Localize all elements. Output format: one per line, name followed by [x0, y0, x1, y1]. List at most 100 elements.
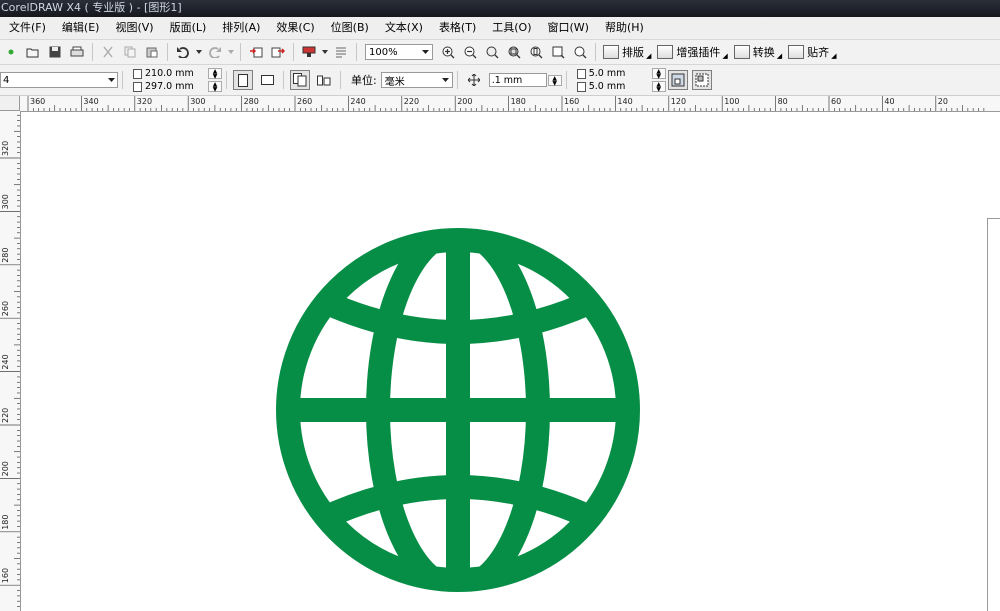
import-icon[interactable] [246, 42, 266, 62]
horizontal-ruler[interactable]: 360 340 320 300 280 260 240 220 200 180 160 140 120 1… [20, 96, 1000, 112]
menu-window[interactable]: 窗口(W) [540, 17, 597, 39]
duplicate-y-spinner[interactable]: ▲ ▼ [651, 81, 666, 93]
print-icon[interactable] [67, 42, 87, 62]
drawing-canvas[interactable] [21, 112, 1000, 611]
menu-effects[interactable]: 效果(C) [268, 17, 322, 39]
nudge-offset-spinner[interactable]: ▲ ▼ [547, 74, 562, 86]
cut-icon[interactable] [98, 42, 118, 62]
plugin-icon [657, 45, 674, 59]
menu-file[interactable]: 文件(F) [0, 17, 54, 39]
zoom-page-height-icon[interactable] [570, 42, 590, 62]
vertical-ruler[interactable]: 320 300 280 260 240 220 200 180 160 [0, 111, 21, 611]
duplicate-y-field[interactable]: 5.0 mm [589, 81, 651, 93]
duplicate-x-spinner[interactable]: ▲ ▼ [651, 68, 666, 80]
all-pages-button[interactable] [290, 70, 310, 90]
duplicate-x-row: 5.0 mm ▲ ▼ [576, 67, 666, 80]
paste-icon[interactable] [142, 42, 162, 62]
menu-bitmaps[interactable]: 位图(B) [323, 17, 377, 39]
welcome-screen-icon[interactable] [331, 42, 351, 62]
chevron-down-icon [422, 50, 429, 54]
ruler-label: 320 [1, 141, 10, 156]
current-page-button[interactable] [314, 70, 334, 90]
duplicate-x-icon [576, 68, 586, 79]
snap-button[interactable]: 贴齐 ◢ [788, 44, 837, 60]
ruler-label: 260 [1, 301, 10, 316]
snap-label: 贴齐 [807, 46, 830, 59]
menu-help[interactable]: 帮助(H) [597, 17, 652, 39]
ruler-label: 80 [778, 97, 788, 106]
portrait-button[interactable] [233, 70, 253, 90]
convert-button[interactable]: 转换 ◢ [733, 44, 782, 60]
toolbar-separator [565, 71, 567, 89]
zoom-level-select[interactable]: 100% [365, 44, 433, 60]
typesetting-label: 排版 [622, 46, 644, 59]
horizontal-ruler-ticks: 360 340 320 300 280 260 240 220 200 180 160 140 120 1… [27, 96, 985, 111]
ruler-label: 20 [938, 97, 948, 106]
toolbar-separator [595, 43, 596, 61]
page-height-spinner[interactable]: ▲ ▼ [208, 81, 222, 93]
application-launcher-icon[interactable] [299, 42, 319, 62]
ruler-label: 220 [404, 97, 419, 106]
page-width-field[interactable]: 210.0 mm [145, 68, 207, 80]
zoom-selected-icon[interactable] [482, 42, 502, 62]
ruler-label: 60 [831, 97, 841, 106]
page-height-field[interactable]: 297.0 mm [145, 81, 207, 93]
zoom-page-icon[interactable] [526, 42, 546, 62]
export-icon[interactable] [268, 42, 288, 62]
ruler-origin[interactable] [0, 96, 20, 111]
redo-dropdown-icon[interactable] [227, 42, 235, 62]
save-icon[interactable] [45, 42, 65, 62]
ruler-label: 120 [671, 97, 686, 106]
new-document-icon[interactable] [1, 42, 21, 62]
menu-text[interactable]: 文本(X) [377, 17, 431, 39]
page-width-icon [133, 68, 142, 79]
ruler-label: 220 [1, 408, 10, 423]
undo-icon[interactable] [173, 42, 193, 62]
landscape-button[interactable] [257, 70, 277, 90]
menu-view[interactable]: 视图(V) [107, 17, 161, 39]
ruler-label: 280 [1, 248, 10, 263]
treat-as-filled-icon [671, 73, 685, 87]
menu-layout[interactable]: 版面(L) [162, 17, 215, 39]
ruler-label: 280 [244, 97, 259, 106]
zoom-level-value: 100% [369, 46, 398, 58]
duplicate-x-field[interactable]: 5.0 mm [589, 68, 651, 80]
paper-size-select[interactable]: 4 [0, 72, 118, 88]
treat-as-filled-button[interactable] [667, 70, 688, 90]
toolbar-separator [283, 71, 284, 89]
ruler-label: 160 [1, 568, 10, 583]
undo-dropdown-icon[interactable] [195, 42, 203, 62]
ruler-label: 320 [137, 97, 152, 106]
units-select[interactable]: 毫米 [380, 72, 453, 88]
duplicate-distance: 5.0 mm ▲ ▼ 5.0 mm ▲ ▼ [576, 67, 666, 93]
redo-icon[interactable] [205, 42, 225, 62]
ruler-label: 300 [1, 194, 10, 209]
menu-tools[interactable]: 工具(O) [484, 17, 539, 39]
object-properties-icon [695, 73, 709, 87]
ruler-label: 160 [564, 97, 579, 106]
zoom-all-objects-icon[interactable] [504, 42, 524, 62]
menu-arrange[interactable]: 排列(A) [214, 17, 268, 39]
enhanced-plugins-button[interactable]: 增强插件 ◢ [657, 44, 728, 60]
copy-icon[interactable] [120, 42, 140, 62]
menu-table[interactable]: 表格(T) [431, 17, 484, 39]
menu-bar: 文件(F) 编辑(E) 视图(V) 版面(L) 排列(A) 效果(C) 位图(B… [0, 17, 1000, 40]
ruler-label: 200 [457, 97, 472, 106]
draw-object-properties-button[interactable] [691, 70, 712, 90]
all-pages-icon [293, 73, 307, 87]
typesetting-button[interactable]: 排版 ◢ [603, 44, 651, 60]
current-page-icon [317, 75, 331, 86]
globe-icon[interactable] [21, 112, 1000, 611]
zoom-in-icon[interactable] [438, 42, 458, 62]
open-folder-icon[interactable] [23, 42, 43, 62]
zoom-out-icon[interactable] [460, 42, 480, 62]
page-width-spinner[interactable]: ▲ ▼ [208, 68, 222, 80]
zoom-page-width-icon[interactable] [548, 42, 568, 62]
toolbar-separator [293, 43, 294, 61]
page-dimensions: 210.0 mm ▲ ▼ 297.0 mm ▲ ▼ [133, 67, 222, 93]
nudge-offset-field[interactable]: .1 mm [488, 73, 547, 87]
standard-toolbar: 100% 排版 ◢ 增强插件 ◢ 转换 ◢ 贴齐 ◢ [0, 40, 1000, 65]
menu-edit[interactable]: 编辑(E) [54, 17, 108, 39]
launcher-dropdown-icon[interactable] [321, 42, 329, 62]
ruler-label: 100 [724, 97, 739, 106]
